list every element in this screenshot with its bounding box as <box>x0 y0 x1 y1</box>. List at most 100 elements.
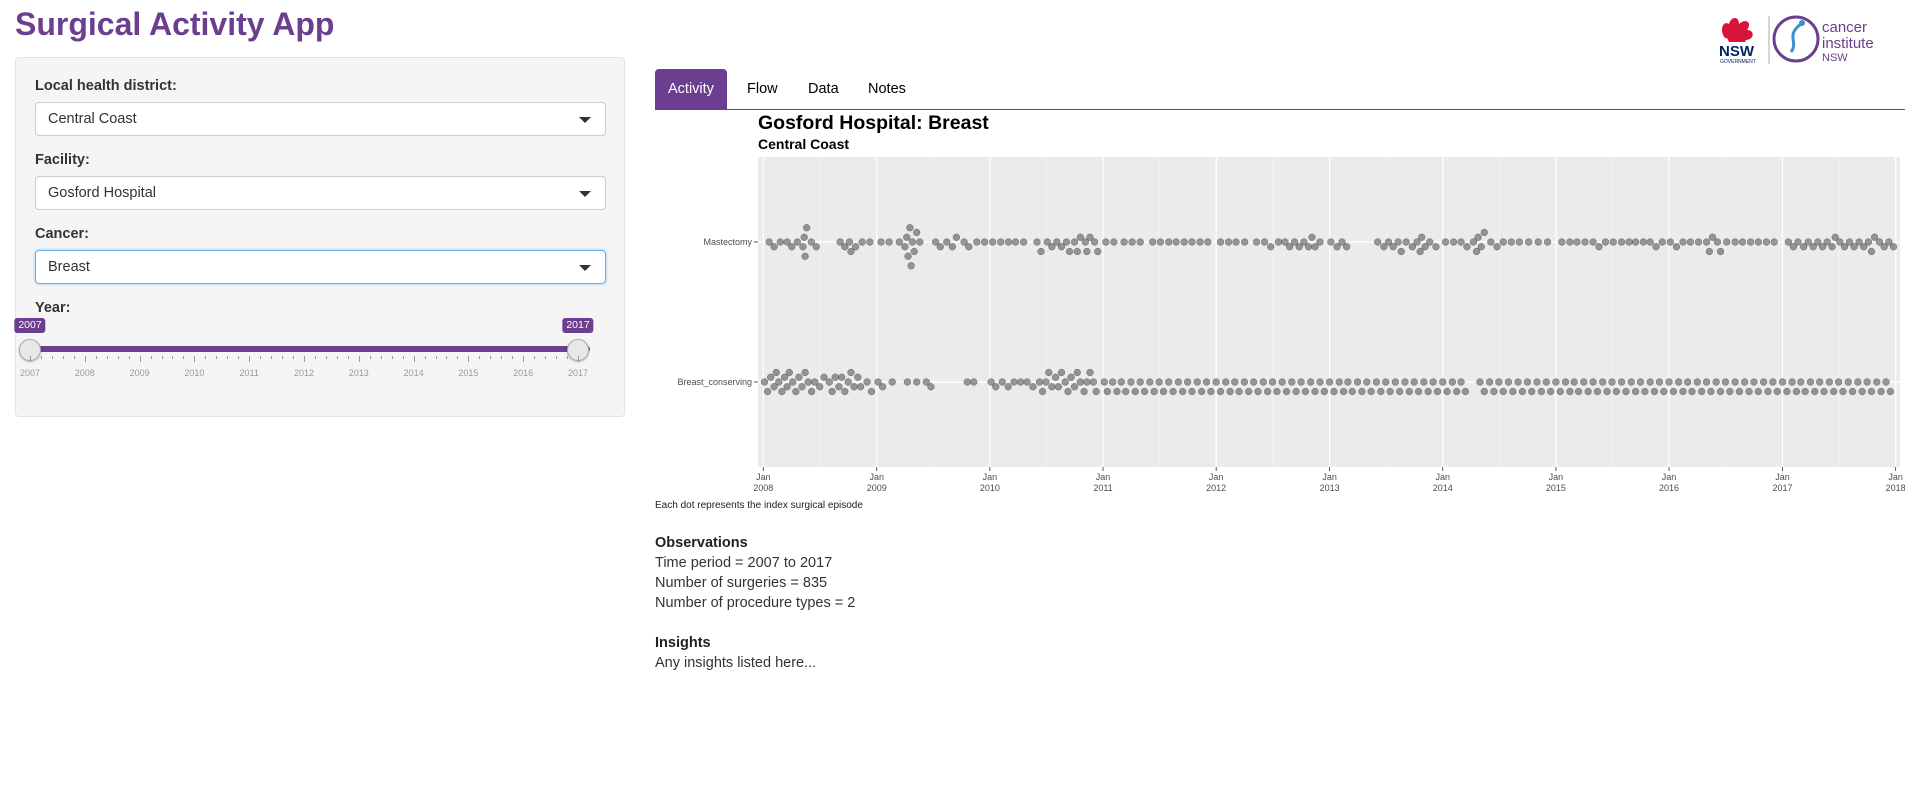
data-point <box>1335 378 1343 386</box>
data-point <box>793 238 802 246</box>
x-tick-label: 2018 <box>1886 483 1905 493</box>
data-point <box>895 238 904 246</box>
data-point <box>770 243 778 251</box>
data-point <box>1599 378 1607 386</box>
data-point <box>1834 378 1843 386</box>
data-point <box>803 224 811 232</box>
data-point <box>760 378 769 386</box>
data-point <box>877 238 885 246</box>
data-point <box>1524 238 1533 246</box>
data-point <box>1609 238 1617 246</box>
data-point <box>1886 387 1895 396</box>
data-point <box>1241 238 1249 246</box>
slider-tick <box>391 356 393 359</box>
data-point <box>1343 243 1351 251</box>
data-point <box>1327 238 1335 246</box>
slider-tick <box>534 356 536 359</box>
data-point <box>1092 387 1100 396</box>
data-point <box>998 378 1006 386</box>
lhd-select[interactable]: Central Coast <box>35 102 606 136</box>
data-point <box>1113 387 1121 396</box>
x-tick-label: 2012 <box>1206 483 1226 493</box>
data-point <box>1702 238 1711 246</box>
data-point <box>1259 378 1267 386</box>
data-point <box>1254 387 1262 396</box>
data-point <box>1666 238 1674 246</box>
data-point <box>1402 238 1410 246</box>
slider-tick-label: 2009 <box>129 368 150 378</box>
data-point <box>1073 368 1081 377</box>
insights-heading: Insights <box>655 635 711 651</box>
data-point <box>1754 238 1762 246</box>
tab-notes[interactable]: Notes <box>855 69 919 110</box>
slider-tick-label: 2007 <box>19 368 41 378</box>
x-tick-label: Jan <box>983 472 998 482</box>
facility-select[interactable]: Gosford Hospital <box>35 176 606 210</box>
data-point <box>1509 387 1517 396</box>
data-point <box>1245 387 1253 396</box>
slider-tick <box>556 356 558 359</box>
data-point <box>1449 238 1458 246</box>
data-point <box>1048 383 1056 391</box>
year-slider-track[interactable] <box>30 346 590 352</box>
data-point <box>936 243 944 251</box>
y-tick-label: Mastectomy <box>703 237 752 247</box>
data-point <box>1573 238 1581 246</box>
x-tick-label: 2009 <box>867 483 887 493</box>
tab-activity[interactable]: Activity <box>655 69 727 110</box>
slider-tick <box>578 356 579 362</box>
data-point <box>1625 238 1633 246</box>
data-point <box>1348 387 1356 396</box>
data-point <box>903 378 912 386</box>
data-point <box>1374 238 1382 246</box>
data-point <box>1844 378 1852 386</box>
year-range-slider[interactable]: 2007 2017 2007 2008 2009 2010 2011 2012 2013 20… <box>14 318 594 378</box>
x-tick-label: 2008 <box>753 483 773 493</box>
data-point <box>1441 238 1450 246</box>
slider-tick <box>216 356 218 359</box>
tab-data[interactable]: Data <box>795 69 852 110</box>
data-point <box>1004 238 1013 246</box>
data-point <box>1487 238 1495 246</box>
cancer-select[interactable]: Breast <box>35 250 606 284</box>
data-point <box>1121 387 1130 396</box>
data-point <box>863 378 871 386</box>
tab-flow[interactable]: Flow <box>734 69 791 110</box>
data-point <box>1110 238 1118 246</box>
data-point <box>1480 228 1488 237</box>
slider-tick <box>84 356 86 362</box>
data-point <box>1873 378 1881 386</box>
data-point <box>1274 238 1283 246</box>
data-point <box>1207 387 1215 396</box>
data-point <box>1136 378 1144 386</box>
observations-heading: Observations <box>655 535 748 551</box>
slider-tick <box>567 356 569 359</box>
data-point <box>847 368 855 377</box>
data-point <box>1788 378 1796 386</box>
observation-time-period: Time period = 2007 to 2017 <box>655 555 833 571</box>
data-point <box>1636 378 1645 386</box>
slider-tick <box>161 356 163 359</box>
slider-tick <box>424 356 426 359</box>
data-point <box>1589 238 1597 246</box>
data-point <box>1120 238 1128 246</box>
data-point <box>1528 387 1536 396</box>
data-point <box>1589 378 1597 386</box>
slider-tick <box>358 356 360 362</box>
data-point <box>778 387 786 396</box>
slider-tick <box>501 356 503 359</box>
data-point <box>888 378 896 386</box>
x-tick-label: Jan <box>1436 472 1451 482</box>
data-point <box>1067 373 1075 381</box>
data-point <box>1103 387 1112 396</box>
slider-tick <box>106 356 108 359</box>
data-point <box>1457 378 1465 386</box>
data-point <box>1514 378 1522 386</box>
data-point <box>1485 378 1494 386</box>
data-point <box>1136 238 1144 246</box>
data-point <box>1226 387 1234 396</box>
x-tick-label: Jan <box>1322 472 1337 482</box>
data-point <box>1325 378 1334 386</box>
data-point <box>767 373 775 381</box>
cancer-label: Cancer: <box>35 226 89 242</box>
